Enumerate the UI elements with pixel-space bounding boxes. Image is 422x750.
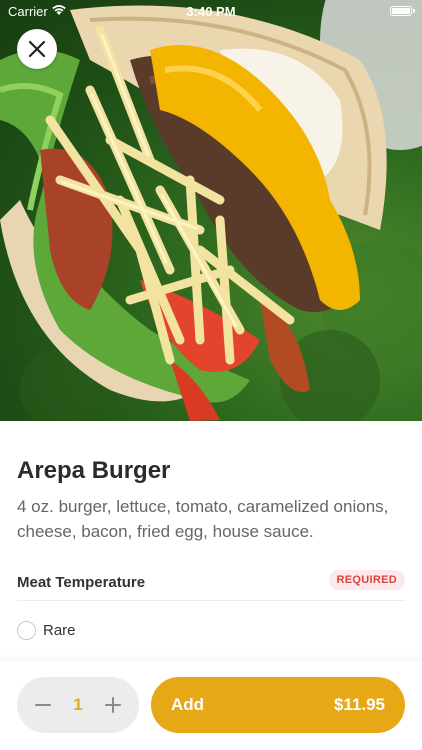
close-icon	[28, 40, 46, 58]
modifier-group-header: Meat Temperature REQUIRED	[17, 569, 405, 601]
option-label: Rare	[43, 622, 76, 639]
radio-button[interactable]	[17, 621, 36, 640]
status-bar: Carrier 3:40 PM	[0, 0, 422, 22]
required-badge: REQUIRED	[328, 570, 405, 590]
bottom-action-bar: 1 Add $11.95	[0, 661, 422, 750]
add-button-label: Add	[171, 695, 205, 714]
item-title: Arepa Burger	[17, 457, 171, 484]
item-description: 4 oz. burger, lettuce, tomato, carameliz…	[17, 497, 389, 541]
add-to-order-button[interactable]: Add $11.95	[151, 677, 405, 733]
battery-icon	[390, 6, 415, 16]
close-button[interactable]	[17, 29, 57, 69]
status-time: 3:40 PM	[186, 4, 236, 19]
hero-image	[0, 0, 422, 421]
item-details: Arepa Burger 4 oz. burger, lettuce, toma…	[0, 421, 422, 661]
quantity-stepper: 1	[17, 677, 139, 733]
option-rare[interactable]: Rare	[17, 620, 397, 642]
burger-photo	[0, 0, 422, 421]
modifier-group-title: Meat Temperature	[17, 574, 146, 591]
plus-icon[interactable]	[101, 693, 125, 717]
add-button-price: $11.95	[333, 695, 385, 714]
